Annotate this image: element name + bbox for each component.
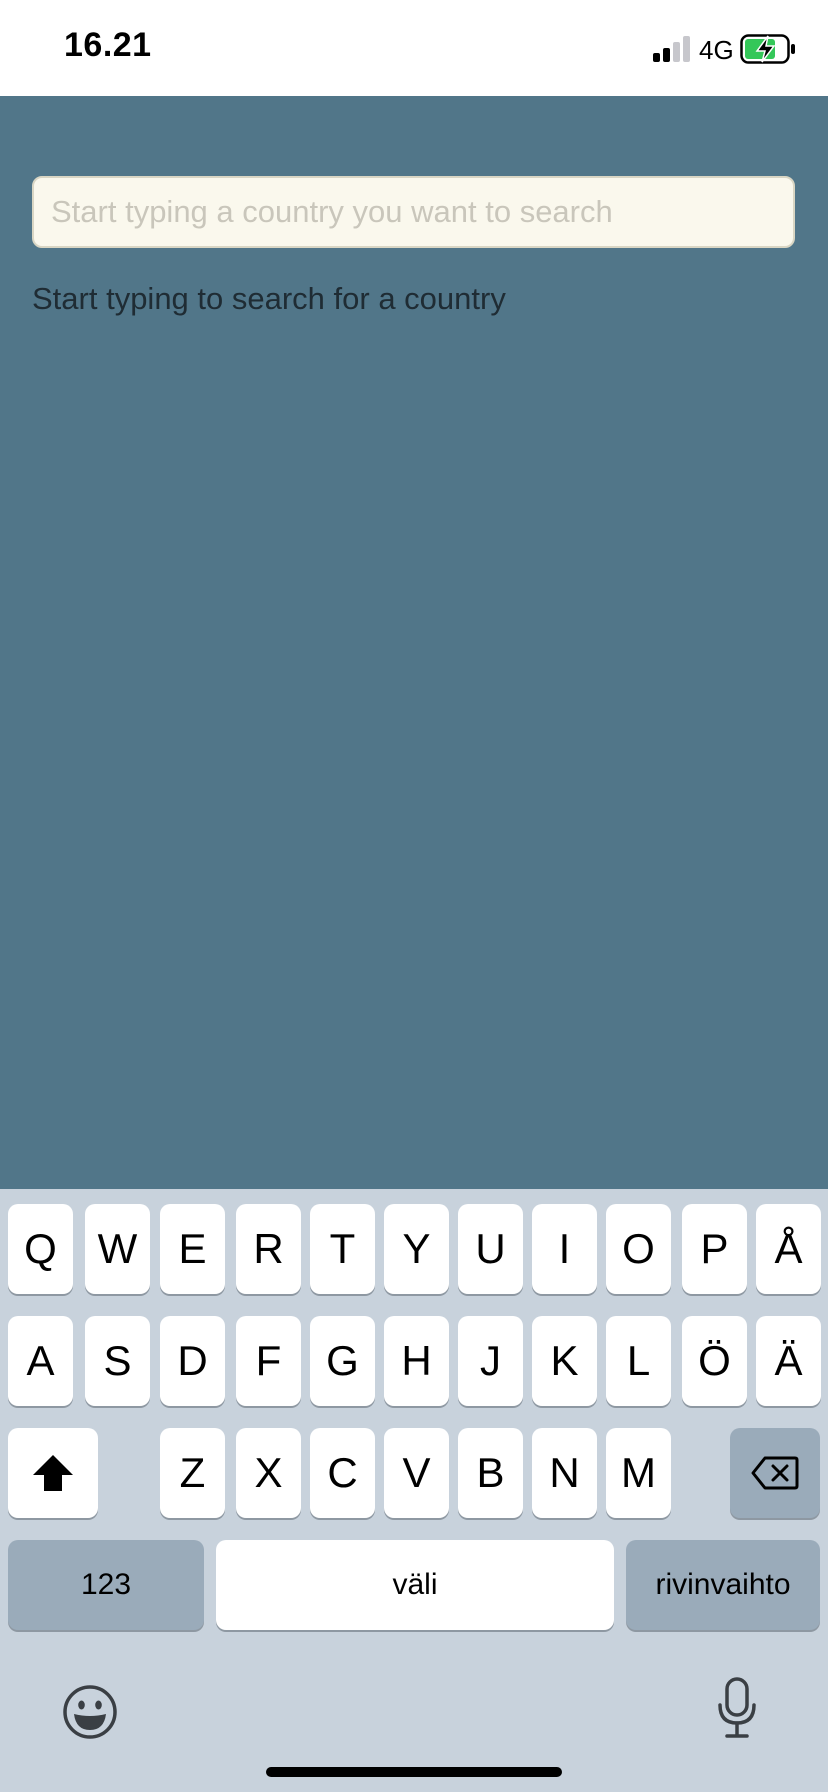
- key-e[interactable]: E: [160, 1204, 225, 1294]
- delete-key[interactable]: [730, 1428, 820, 1518]
- shift-key[interactable]: [8, 1428, 98, 1518]
- key-s[interactable]: S: [85, 1316, 150, 1406]
- return-key[interactable]: rivinvaihto: [626, 1540, 820, 1630]
- space-key[interactable]: väli: [216, 1540, 614, 1630]
- on-screen-keyboard: Q W E R T Y U I O P Å A S D F G H J K L …: [0, 1189, 828, 1792]
- key-a[interactable]: A: [8, 1316, 73, 1406]
- key-b[interactable]: B: [458, 1428, 523, 1518]
- empty-state-hint: Start typing to search for a country: [32, 281, 506, 316]
- home-indicator[interactable]: [266, 1767, 562, 1777]
- key-p[interactable]: P: [682, 1204, 747, 1294]
- cellular-signal-icon: [653, 36, 690, 62]
- key-i[interactable]: I: [532, 1204, 597, 1294]
- emoji-icon[interactable]: [62, 1684, 118, 1740]
- shift-icon: [33, 1455, 73, 1491]
- key-h[interactable]: H: [384, 1316, 449, 1406]
- key-a-ring[interactable]: Å: [756, 1204, 821, 1294]
- battery-charging-icon: [740, 34, 795, 64]
- key-v[interactable]: V: [384, 1428, 449, 1518]
- key-o-umlaut[interactable]: Ö: [682, 1316, 747, 1406]
- key-m[interactable]: M: [606, 1428, 671, 1518]
- key-r[interactable]: R: [236, 1204, 301, 1294]
- key-a-umlaut[interactable]: Ä: [756, 1316, 821, 1406]
- key-u[interactable]: U: [458, 1204, 523, 1294]
- key-q[interactable]: Q: [8, 1204, 73, 1294]
- key-f[interactable]: F: [236, 1316, 301, 1406]
- country-search-input[interactable]: [32, 176, 795, 248]
- delete-icon: [751, 1456, 799, 1490]
- key-z[interactable]: Z: [160, 1428, 225, 1518]
- key-t[interactable]: T: [310, 1204, 375, 1294]
- key-o[interactable]: O: [606, 1204, 671, 1294]
- key-d[interactable]: D: [160, 1316, 225, 1406]
- key-y[interactable]: Y: [384, 1204, 449, 1294]
- main-content: Start typing to search for a country: [0, 96, 828, 1189]
- status-time: 16.21: [64, 26, 152, 64]
- key-k[interactable]: K: [532, 1316, 597, 1406]
- key-l[interactable]: L: [606, 1316, 671, 1406]
- key-j[interactable]: J: [458, 1316, 523, 1406]
- status-bar: 16.21 4G: [0, 0, 828, 96]
- key-x[interactable]: X: [236, 1428, 301, 1518]
- key-w[interactable]: W: [85, 1204, 150, 1294]
- microphone-icon[interactable]: [716, 1677, 758, 1739]
- key-g[interactable]: G: [310, 1316, 375, 1406]
- key-n[interactable]: N: [532, 1428, 597, 1518]
- key-c[interactable]: C: [310, 1428, 375, 1518]
- network-type-label: 4G: [699, 35, 734, 65]
- numbers-key[interactable]: 123: [8, 1540, 204, 1630]
